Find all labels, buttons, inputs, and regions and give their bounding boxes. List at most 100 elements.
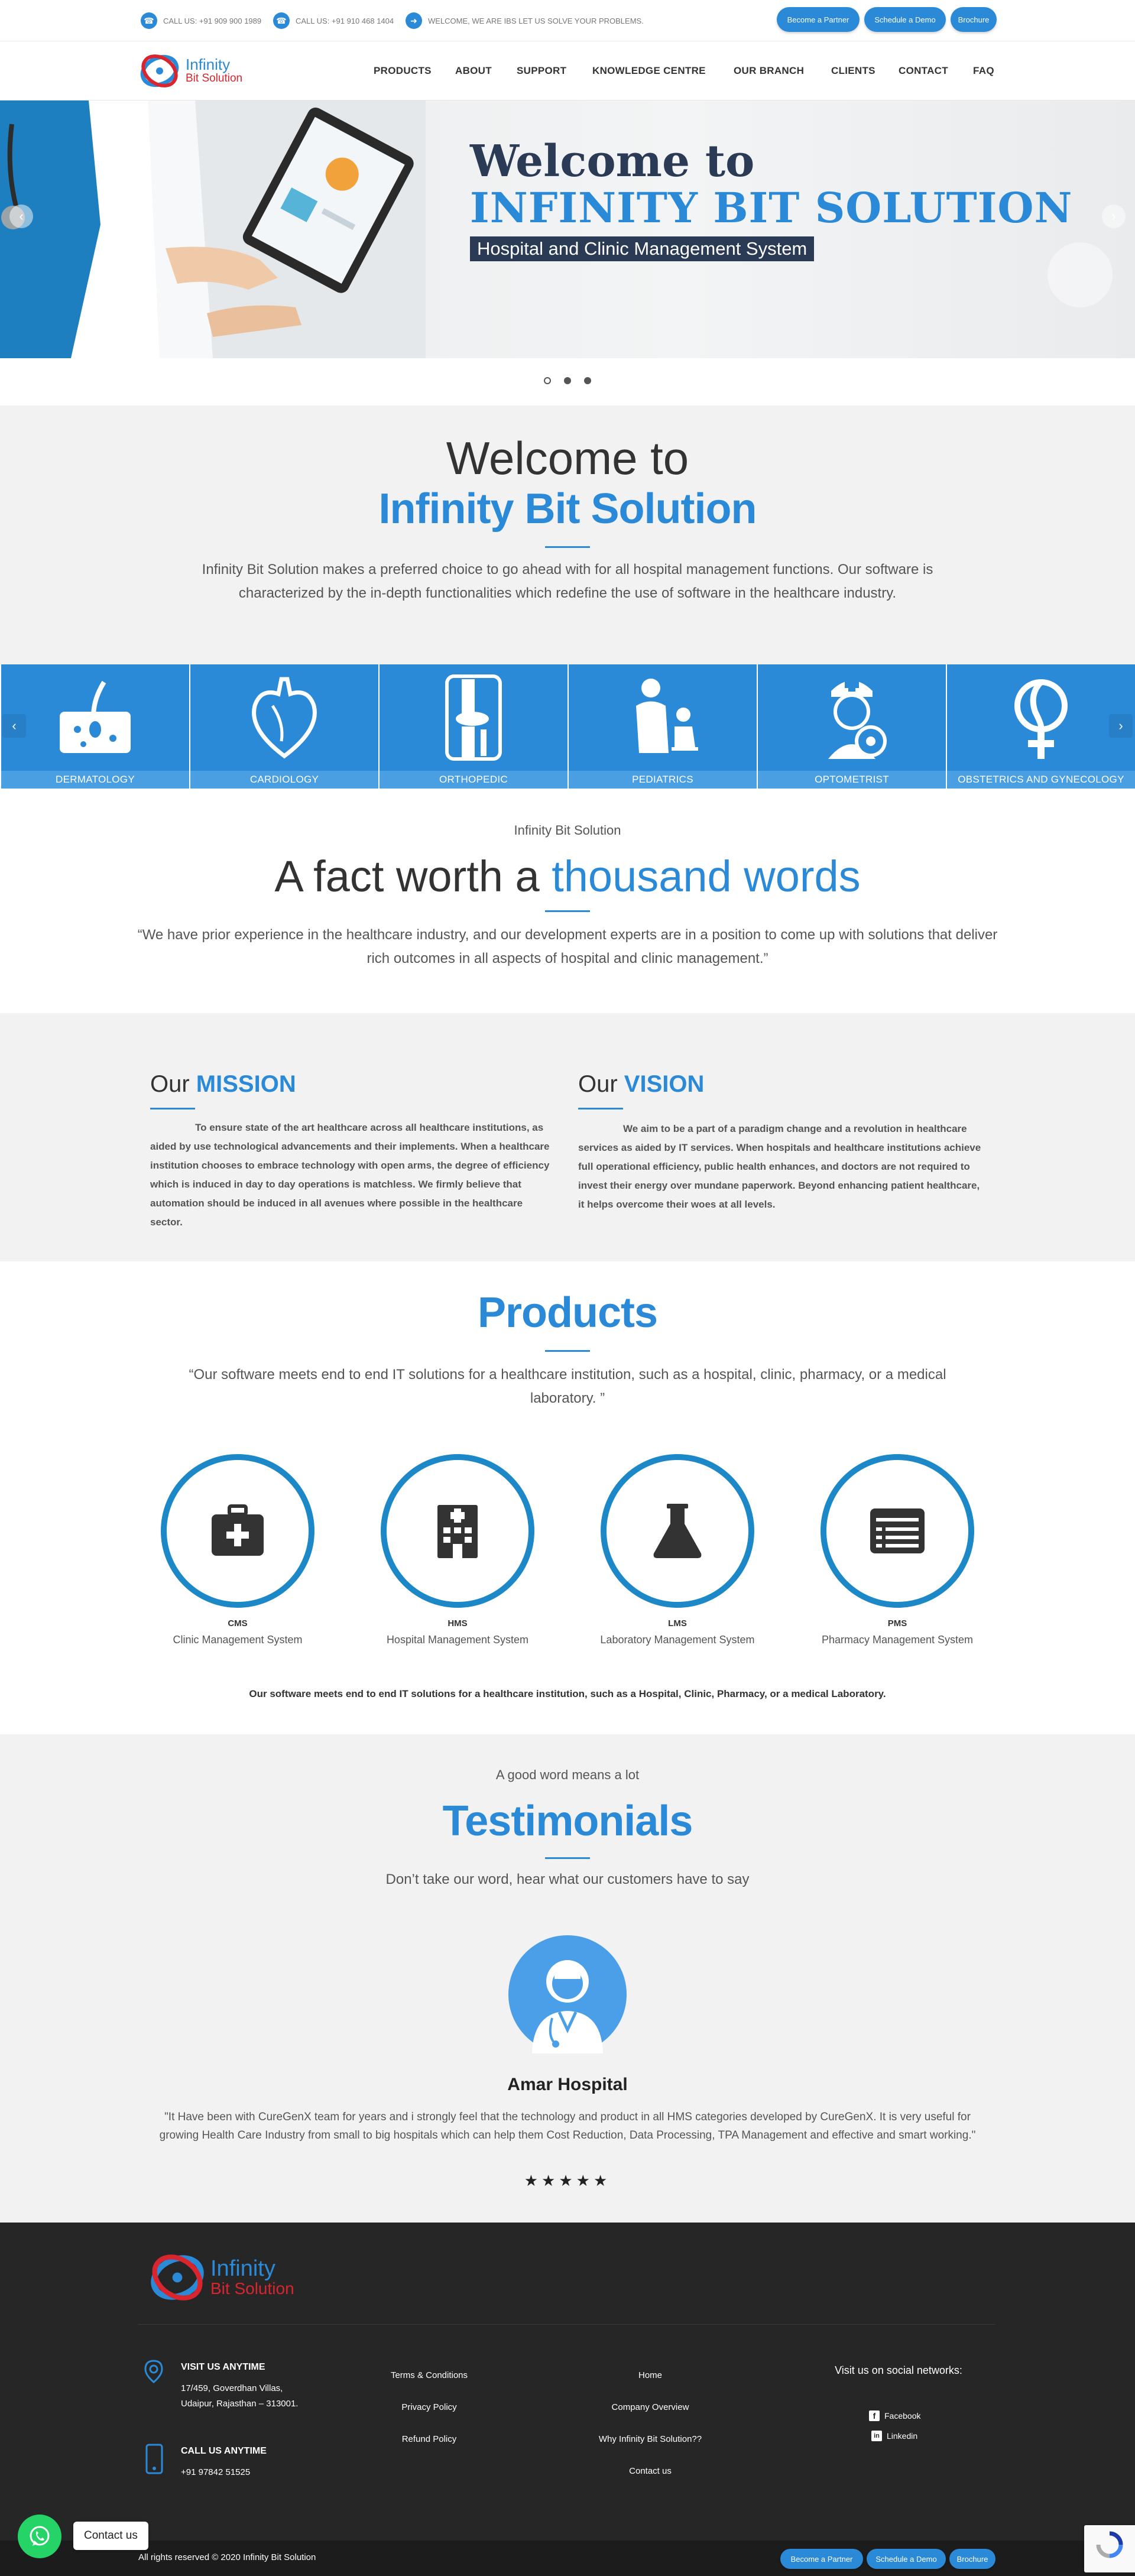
product-lms[interactable] <box>601 1454 754 1608</box>
speciality-label: PEDIATRICS <box>569 771 757 789</box>
speciality-card-pediatrics[interactable]: PEDIATRICS <box>569 664 757 789</box>
hero-decor <box>1048 242 1113 307</box>
heart-icon <box>252 677 317 759</box>
recaptcha-badge[interactable] <box>1084 2525 1135 2572</box>
testimonial-name: Amar Hospital <box>507 2075 628 2094</box>
star-icon: ★ <box>541 2172 559 2189</box>
products-note: Our software meets end to end IT solutio… <box>249 1688 886 1699</box>
footer-link-home[interactable]: Home <box>562 2370 739 2380</box>
product-code-pms: PMS <box>887 1618 907 1628</box>
copyright: All rights reserved © 2020 Infinity Bit … <box>138 2552 316 2562</box>
doctor-tablet-image <box>0 100 426 358</box>
star-icon: ★ <box>593 2172 611 2189</box>
footer-schedule-demo-button[interactable]: Schedule a Demo <box>867 2549 946 2569</box>
star-icon: ★ <box>559 2172 576 2189</box>
visit-title: VISIT US ANYTIME <box>181 2362 265 2372</box>
mission-our: Our <box>150 1071 196 1097</box>
logo-line2: Bit Solution <box>186 72 243 85</box>
facebook-link[interactable]: f Facebook <box>869 2410 920 2421</box>
nav-about[interactable]: ABOUT <box>455 65 492 77</box>
footer-link-refund[interactable]: Refund Policy <box>370 2434 488 2444</box>
fact-kicker: Infinity Bit Solution <box>514 823 621 838</box>
hero-prev-arrow[interactable]: ‹ <box>9 205 33 228</box>
star-icon: ★ <box>576 2172 594 2189</box>
facebook-label: Facebook <box>884 2411 921 2421</box>
products-title: Products <box>477 1289 658 1336</box>
footer-logo[interactable]: Infinity Bit Solution <box>148 2251 294 2304</box>
nav-products[interactable]: PRODUCTS <box>374 65 432 77</box>
gynecology-icon <box>1014 679 1068 759</box>
knee-joint-icon <box>445 674 502 761</box>
nav-support[interactable]: SUPPORT <box>517 65 566 77</box>
nav-our-branch[interactable]: OUR BRANCH <box>734 65 804 77</box>
speciality-card-obstetrics[interactable]: OBSTETRICS AND GYNECOLOGY <box>947 664 1135 789</box>
footer-link-privacy[interactable]: Privacy Policy <box>370 2402 488 2412</box>
slider-dot-1[interactable] <box>544 377 551 384</box>
logo-mark-icon <box>140 54 179 87</box>
fact-quote: “We have prior experience in the healthc… <box>137 927 998 966</box>
schedule-demo-button[interactable]: Schedule a Demo <box>864 7 946 32</box>
mission-text: To ensure state of the art healthcare ac… <box>150 1122 550 1228</box>
whatsapp-button[interactable] <box>18 2515 61 2558</box>
speciality-card-cardiology[interactable]: CARDIOLOGY <box>190 664 378 789</box>
customer-avatar <box>508 1935 627 2053</box>
mission-divider <box>150 1108 195 1109</box>
footer-become-partner-button[interactable]: Become a Partner <box>780 2549 863 2569</box>
linkedin-label: Linkedin <box>887 2431 918 2441</box>
footer-link-terms[interactable]: Terms & Conditions <box>370 2370 488 2380</box>
testimonials-divider <box>545 1857 590 1859</box>
nav-contact[interactable]: CONTACT <box>899 65 948 77</box>
page: { "topbar": { "call1": "CALL US: +91 909… <box>0 0 1135 2576</box>
brochure-button[interactable]: Brochure <box>951 7 997 32</box>
eye-doctor-icon <box>828 677 887 759</box>
speciality-label: OPTOMETRIST <box>758 771 946 789</box>
mobile-phone-icon <box>145 2444 163 2474</box>
nav-faq[interactable]: FAQ <box>973 65 994 77</box>
product-hms[interactable] <box>381 1454 534 1608</box>
product-name-cms: Clinic Management System <box>173 1634 303 1646</box>
product-code-lms: LMS <box>668 1618 687 1628</box>
call-1[interactable]: ☎ CALL US: +91 909 900 1989 <box>141 12 261 30</box>
speciality-label: OBSTETRICS AND GYNECOLOGY <box>947 771 1135 789</box>
become-partner-button[interactable]: Become a Partner <box>777 7 860 32</box>
fact-divider <box>545 910 590 912</box>
products-divider <box>545 1350 590 1352</box>
footer-brochure-button[interactable]: Brochure <box>949 2549 995 2569</box>
speciality-next-arrow[interactable]: › <box>1109 714 1133 738</box>
phone-icon: ☎ <box>273 12 290 29</box>
slider-dot-3[interactable] <box>584 377 591 384</box>
welcome-divider <box>545 546 590 548</box>
speciality-card-dermatology[interactable]: DERMATOLOGY <box>1 664 189 789</box>
logo-mark-icon <box>151 2254 204 2301</box>
product-cms[interactable] <box>161 1454 314 1608</box>
slider-dots <box>544 377 591 385</box>
welcome-line2: Infinity Bit Solution <box>378 485 757 533</box>
social-title: Visit us on social networks: <box>835 2364 962 2376</box>
nav-clients[interactable]: CLIENTS <box>831 65 875 77</box>
hero-title-1: Welcome to <box>470 136 755 187</box>
call-2[interactable]: ☎ CALL US: +91 910 468 1404 <box>273 12 394 30</box>
vision-divider <box>578 1108 623 1109</box>
footer-link-contact[interactable]: Contact us <box>562 2466 739 2476</box>
logo[interactable]: Infinity Bit Solution <box>138 52 242 90</box>
speciality-prev-arrow[interactable]: ‹ <box>2 714 26 738</box>
footer-link-company-overview[interactable]: Company Overview <box>562 2402 739 2412</box>
product-pms[interactable] <box>821 1454 974 1608</box>
fact-heading-plain: A fact worth a <box>274 852 552 901</box>
linkedin-link[interactable]: in Linkedin <box>871 2431 917 2441</box>
nav-knowledge-centre[interactable]: KNOWLEDGE CENTRE <box>592 65 706 77</box>
speciality-card-orthopedic[interactable]: ORTHOPEDIC <box>380 664 568 789</box>
footer-phone[interactable]: +91 97842 51525 <box>181 2467 250 2477</box>
hero-next-arrow[interactable]: › <box>1102 205 1126 228</box>
testimonials-title: Testimonials <box>442 1798 693 1845</box>
speciality-label: CARDIOLOGY <box>190 771 378 789</box>
footer-logo-line1: Infinity <box>210 2256 275 2281</box>
footer-link-why[interactable]: Why Infinity Bit Solution?? <box>562 2434 739 2444</box>
product-code-hms: HMS <box>447 1618 468 1628</box>
slider-dot-2[interactable] <box>564 377 571 384</box>
phone-icon: ☎ <box>141 12 157 29</box>
contact-us-tooltip[interactable]: Contact us <box>73 2522 148 2550</box>
speciality-card-optometrist[interactable]: OPTOMETRIST <box>758 664 946 789</box>
flask-icon <box>653 1504 702 1558</box>
address-line1: 17/459, Goverdhan Villas, <box>181 2383 283 2393</box>
